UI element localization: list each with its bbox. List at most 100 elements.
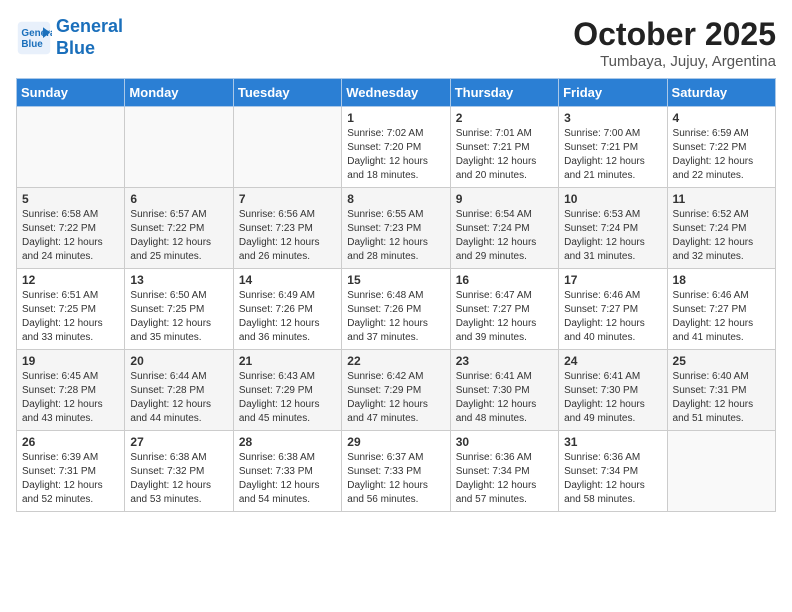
calendar-cell: 1 Sunrise: 7:02 AM Sunset: 7:20 PM Daylig… [342, 107, 450, 188]
day-number: 7 [239, 192, 336, 206]
day-info: Sunrise: 6:50 AM Sunset: 7:25 PM Dayligh… [130, 289, 227, 345]
calendar-cell: 31 Sunrise: 6:36 AM Sunset: 7:34 PM Dayli… [559, 431, 667, 512]
weekday-header-row: SundayMondayTuesdayWednesdayThursdayFrid… [17, 79, 776, 107]
day-info: Sunrise: 6:57 AM Sunset: 7:22 PM Dayligh… [130, 208, 227, 264]
day-info: Sunrise: 7:01 AM Sunset: 7:21 PM Dayligh… [456, 127, 553, 183]
day-info: Sunrise: 6:36 AM Sunset: 7:34 PM Dayligh… [564, 451, 661, 507]
calendar-cell: 20 Sunrise: 6:44 AM Sunset: 7:28 PM Dayli… [125, 350, 233, 431]
calendar-week-row: 5 Sunrise: 6:58 AM Sunset: 7:22 PM Daylig… [17, 188, 776, 269]
calendar-cell: 3 Sunrise: 7:00 AM Sunset: 7:21 PM Daylig… [559, 107, 667, 188]
weekday-header-monday: Monday [125, 79, 233, 107]
day-info: Sunrise: 6:37 AM Sunset: 7:33 PM Dayligh… [347, 451, 444, 507]
day-info: Sunrise: 6:59 AM Sunset: 7:22 PM Dayligh… [673, 127, 770, 183]
day-number: 18 [673, 273, 770, 287]
day-number: 3 [564, 111, 661, 125]
page-header: General Blue General Blue October 2025 T… [16, 16, 776, 70]
calendar-week-row: 26Sunrise: 6:39 AM Sunset: 7:31 PM Dayli… [17, 431, 776, 512]
weekday-header-saturday: Saturday [667, 79, 775, 107]
day-number: 14 [239, 273, 336, 287]
calendar-cell: 9 Sunrise: 6:54 AM Sunset: 7:24 PM Daylig… [450, 188, 558, 269]
month-title: October 2025 [573, 16, 776, 53]
day-number: 24 [564, 354, 661, 368]
day-number: 11 [673, 192, 770, 206]
calendar-cell: 21 Sunrise: 6:43 AM Sunset: 7:29 PM Dayli… [233, 350, 341, 431]
day-number: 17 [564, 273, 661, 287]
day-info: Sunrise: 7:02 AM Sunset: 7:20 PM Dayligh… [347, 127, 444, 183]
calendar-cell: 19 Sunrise: 6:45 AM Sunset: 7:28 PM Dayli… [17, 350, 125, 431]
day-number: 6 [130, 192, 227, 206]
day-info: Sunrise: 6:40 AM Sunset: 7:31 PM Dayligh… [673, 370, 770, 426]
day-number: 15 [347, 273, 444, 287]
day-number: 29 [347, 435, 444, 449]
day-number: 27 [130, 435, 227, 449]
day-info: Sunrise: 6:49 AM Sunset: 7:26 PM Dayligh… [239, 289, 336, 345]
day-number: 10 [564, 192, 661, 206]
day-number: 23 [456, 354, 553, 368]
calendar-week-row: 12 Sunrise: 6:51 AM Sunset: 7:25 PM Dayli… [17, 269, 776, 350]
calendar-table: SundayMondayTuesdayWednesdayThursdayFrid… [16, 78, 776, 512]
calendar-cell: 11Sunrise: 6:52 AM Sunset: 7:24 PM Dayli… [667, 188, 775, 269]
calendar-cell: 24 Sunrise: 6:41 AM Sunset: 7:30 PM Dayli… [559, 350, 667, 431]
day-info: Sunrise: 6:54 AM Sunset: 7:24 PM Dayligh… [456, 208, 553, 264]
weekday-header-wednesday: Wednesday [342, 79, 450, 107]
day-number: 19 [22, 354, 119, 368]
calendar-cell: 28 Sunrise: 6:38 AM Sunset: 7:33 PM Dayli… [233, 431, 341, 512]
day-number: 28 [239, 435, 336, 449]
day-number: 20 [130, 354, 227, 368]
title-block: October 2025 Tumbaya, Jujuy, Argentina [573, 16, 776, 70]
day-info: Sunrise: 6:41 AM Sunset: 7:30 PM Dayligh… [456, 370, 553, 426]
day-info: Sunrise: 6:53 AM Sunset: 7:24 PM Dayligh… [564, 208, 661, 264]
day-number: 26 [22, 435, 119, 449]
day-info: Sunrise: 6:42 AM Sunset: 7:29 PM Dayligh… [347, 370, 444, 426]
calendar-week-row: 1 Sunrise: 7:02 AM Sunset: 7:20 PM Daylig… [17, 107, 776, 188]
weekday-header-thursday: Thursday [450, 79, 558, 107]
day-number: 30 [456, 435, 553, 449]
day-number: 21 [239, 354, 336, 368]
calendar-cell: 7 Sunrise: 6:56 AM Sunset: 7:23 PM Daylig… [233, 188, 341, 269]
day-info: Sunrise: 6:43 AM Sunset: 7:29 PM Dayligh… [239, 370, 336, 426]
calendar-cell: 23 Sunrise: 6:41 AM Sunset: 7:30 PM Dayli… [450, 350, 558, 431]
day-info: Sunrise: 6:45 AM Sunset: 7:28 PM Dayligh… [22, 370, 119, 426]
day-info: Sunrise: 6:56 AM Sunset: 7:23 PM Dayligh… [239, 208, 336, 264]
weekday-header-sunday: Sunday [17, 79, 125, 107]
logo: General Blue General Blue [16, 16, 123, 59]
day-number: 31 [564, 435, 661, 449]
calendar-cell: 14 Sunrise: 6:49 AM Sunset: 7:26 PM Dayli… [233, 269, 341, 350]
calendar-cell: 17Sunrise: 6:46 AM Sunset: 7:27 PM Dayli… [559, 269, 667, 350]
day-info: Sunrise: 7:00 AM Sunset: 7:21 PM Dayligh… [564, 127, 661, 183]
calendar-cell [667, 431, 775, 512]
calendar-cell [17, 107, 125, 188]
calendar-cell: 22 Sunrise: 6:42 AM Sunset: 7:29 PM Dayli… [342, 350, 450, 431]
day-number: 1 [347, 111, 444, 125]
calendar-cell: 30 Sunrise: 6:36 AM Sunset: 7:34 PM Dayli… [450, 431, 558, 512]
svg-text:Blue: Blue [21, 39, 43, 50]
day-info: Sunrise: 6:48 AM Sunset: 7:26 PM Dayligh… [347, 289, 444, 345]
day-info: Sunrise: 6:36 AM Sunset: 7:34 PM Dayligh… [456, 451, 553, 507]
day-info: Sunrise: 6:41 AM Sunset: 7:30 PM Dayligh… [564, 370, 661, 426]
calendar-cell: 15 Sunrise: 6:48 AM Sunset: 7:26 PM Dayli… [342, 269, 450, 350]
day-number: 9 [456, 192, 553, 206]
day-info: Sunrise: 6:51 AM Sunset: 7:25 PM Dayligh… [22, 289, 119, 345]
calendar-cell: 12 Sunrise: 6:51 AM Sunset: 7:25 PM Dayli… [17, 269, 125, 350]
calendar-cell: 18 Sunrise: 6:46 AM Sunset: 7:27 PM Dayli… [667, 269, 775, 350]
day-info: Sunrise: 6:58 AM Sunset: 7:22 PM Dayligh… [22, 208, 119, 264]
day-number: 8 [347, 192, 444, 206]
calendar-cell: 2Sunrise: 7:01 AM Sunset: 7:21 PM Daylig… [450, 107, 558, 188]
calendar-cell: 6 Sunrise: 6:57 AM Sunset: 7:22 PM Daylig… [125, 188, 233, 269]
day-info: Sunrise: 6:46 AM Sunset: 7:27 PM Dayligh… [673, 289, 770, 345]
day-number: 22 [347, 354, 444, 368]
day-number: 5 [22, 192, 119, 206]
day-info: Sunrise: 6:38 AM Sunset: 7:33 PM Dayligh… [239, 451, 336, 507]
calendar-cell: 16Sunrise: 6:47 AM Sunset: 7:27 PM Dayli… [450, 269, 558, 350]
logo-icon: General Blue [16, 20, 52, 56]
weekday-header-tuesday: Tuesday [233, 79, 341, 107]
day-number: 13 [130, 273, 227, 287]
calendar-cell: 25 Sunrise: 6:40 AM Sunset: 7:31 PM Dayli… [667, 350, 775, 431]
day-number: 25 [673, 354, 770, 368]
day-info: Sunrise: 6:38 AM Sunset: 7:32 PM Dayligh… [130, 451, 227, 507]
day-number: 12 [22, 273, 119, 287]
calendar-cell: 27 Sunrise: 6:38 AM Sunset: 7:32 PM Dayli… [125, 431, 233, 512]
calendar-cell: 4Sunrise: 6:59 AM Sunset: 7:22 PM Daylig… [667, 107, 775, 188]
calendar-cell [233, 107, 341, 188]
day-info: Sunrise: 6:44 AM Sunset: 7:28 PM Dayligh… [130, 370, 227, 426]
